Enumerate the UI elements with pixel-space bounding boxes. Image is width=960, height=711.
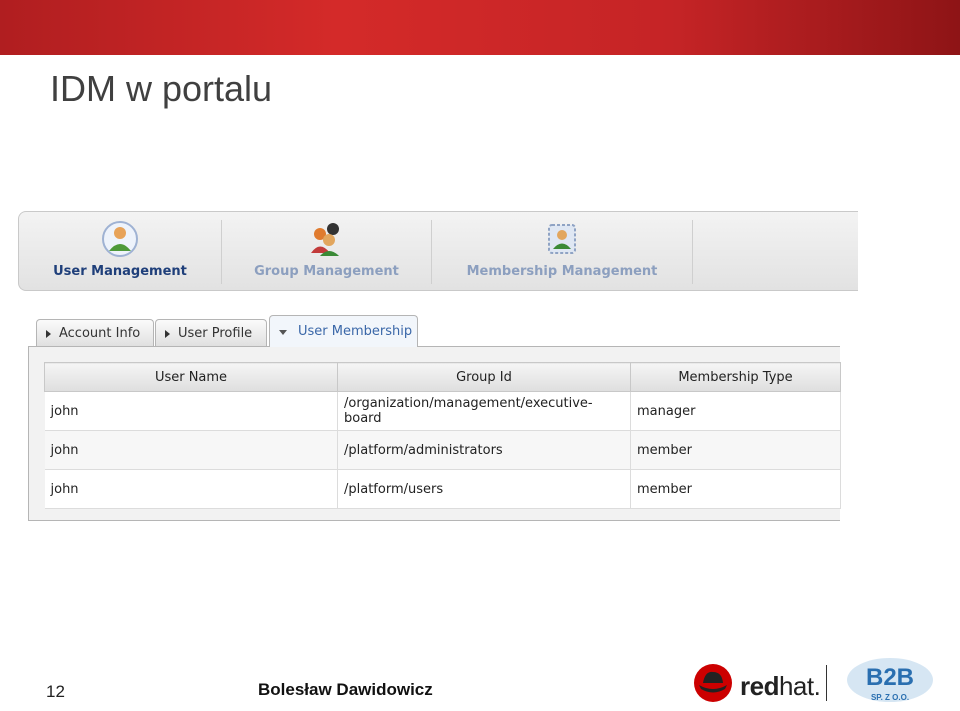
redhat-wordmark-bold: red: [740, 671, 779, 701]
table-row[interactable]: john /platform/users member: [44, 469, 841, 509]
tab-user-membership[interactable]: User Membership: [269, 315, 418, 347]
cell-group-id: /organization/management/executive-board: [337, 391, 631, 431]
redhat-logo-icon: [694, 664, 732, 702]
b2b-logo-subtext: SP. Z O.O.: [871, 693, 909, 702]
column-header-user-name[interactable]: User Name: [44, 362, 338, 392]
author-name: Bolesław Dawidowicz: [258, 680, 433, 699]
page-number: 12: [46, 682, 65, 701]
column-header-membership-type[interactable]: Membership Type: [630, 362, 841, 392]
cell-user-name: john: [44, 469, 338, 509]
nav-label-user-management: User Management: [53, 264, 187, 279]
management-nav: User Management Group Management Members…: [18, 211, 858, 291]
table-row[interactable]: john /organization/management/executive-…: [44, 391, 841, 431]
tab-label: User Membership: [298, 324, 413, 339]
tab-content: User Name Group Id Membership Type john …: [28, 346, 841, 521]
cell-group-id: /platform/administrators: [337, 430, 631, 470]
cell-membership-type: manager: [630, 391, 841, 431]
user-icon: [102, 221, 138, 257]
tab-account-info[interactable]: Account Info: [36, 319, 154, 346]
nav-label-group-management: Group Management: [254, 264, 399, 279]
nav-group-management[interactable]: Group Management: [222, 212, 431, 290]
slide-header-bar: [0, 0, 960, 55]
group-icon: [310, 223, 339, 256]
column-header-group-id[interactable]: Group Id: [337, 362, 631, 392]
chevron-right-icon: [165, 330, 170, 338]
membership-icon: [548, 224, 576, 254]
tab-user-profile[interactable]: User Profile: [155, 319, 267, 346]
nav-divider: [692, 220, 693, 284]
membership-table: User Name Group Id Membership Type john …: [44, 362, 841, 509]
nav-membership-management[interactable]: Membership Management: [432, 212, 692, 290]
slide-title: IDM w portalu: [50, 68, 273, 109]
chevron-right-icon: [46, 330, 51, 338]
nav-label-membership-management: Membership Management: [466, 264, 658, 279]
logo-divider: [826, 665, 827, 701]
cell-user-name: john: [44, 430, 338, 470]
tab-label: User Profile: [178, 326, 253, 341]
nav-user-management[interactable]: User Management: [19, 212, 221, 290]
chevron-down-icon: [279, 330, 287, 335]
b2b-logo-text: B2B: [866, 664, 914, 691]
redhat-wordmark: redhat.: [740, 671, 821, 702]
table-row[interactable]: john /platform/administrators member: [44, 430, 841, 470]
user-details-panel: Account Info User Profile User Membershi…: [28, 315, 841, 522]
b2b-logo-icon: B2B SP. Z O.O.: [847, 658, 933, 702]
cell-membership-type: member: [630, 469, 841, 509]
cell-user-name: john: [44, 391, 338, 431]
redhat-wordmark-light: hat.: [778, 671, 821, 701]
cell-group-id: /platform/users: [337, 469, 631, 509]
cell-membership-type: member: [630, 430, 841, 470]
tab-label: Account Info: [59, 326, 141, 341]
table-header-row: User Name Group Id Membership Type: [44, 362, 841, 392]
